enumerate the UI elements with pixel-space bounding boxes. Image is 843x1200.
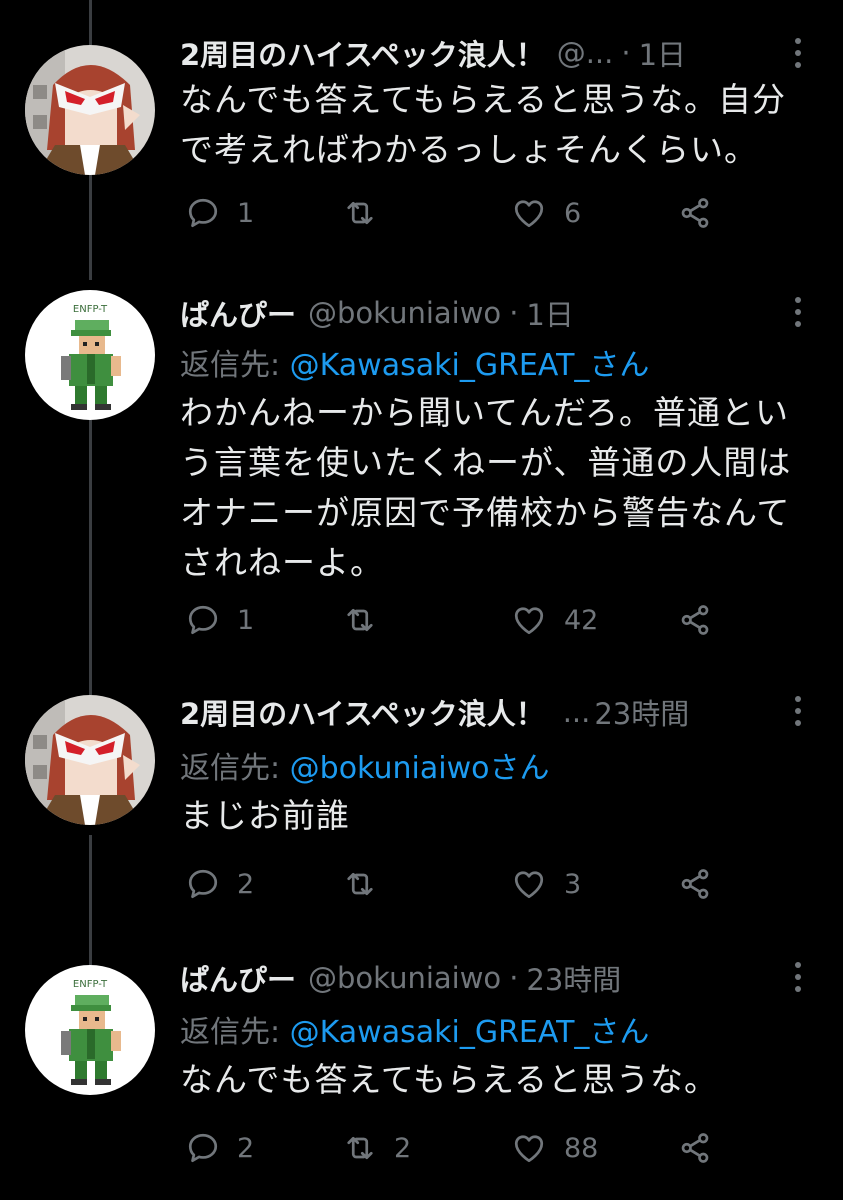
- reply-button[interactable]: 2: [185, 1123, 254, 1173]
- user-handle[interactable]: @bokuniaiwo: [308, 296, 501, 330]
- share-icon: [681, 198, 709, 228]
- tweet-text-line: わかんねーから聞いてんだろ。普通とい: [180, 393, 790, 432]
- tweet-text: まじお前誰: [180, 791, 820, 841]
- like-button[interactable]: 3: [510, 859, 581, 909]
- reply-to: 返信先: @bokuniaiwoさん: [180, 743, 549, 787]
- reply-to-mention[interactable]: @bokuniaiwoさん: [290, 751, 550, 786]
- reply-icon: [188, 869, 218, 899]
- avatar[interactable]: [25, 695, 155, 825]
- reply-to-prefix: 返信先:: [180, 1015, 290, 1050]
- reply-to: 返信先: @Kawasaki_GREAT_さん: [180, 1007, 649, 1051]
- like-count: 88: [564, 1132, 599, 1164]
- like-count: 3: [564, 868, 582, 900]
- reply-icon: [188, 605, 218, 635]
- reply-icon: [188, 1133, 218, 1163]
- tweet-text-line: う言葉を使いたくねーが、普通の人間は: [180, 443, 792, 482]
- reply-count: 1: [237, 197, 255, 229]
- reply-to: 返信先: @Kawasaki_GREAT_さん: [180, 340, 649, 384]
- retweet-button[interactable]: [342, 859, 394, 909]
- retweet-button[interactable]: 2: [342, 1123, 411, 1173]
- tweet-text: なんでも答えてもらえると思うな。自分 で考えればわかるっしょそんくらい。: [180, 75, 820, 175]
- tweet-text-line: されねーよ。: [180, 543, 384, 582]
- user-handle[interactable]: @...: [557, 36, 614, 70]
- tweet[interactable]: 2周目のハイスペック浪人！ ... 23時間 返信先: @bokuniaiwoさ…: [0, 675, 843, 935]
- separator: ·: [621, 36, 631, 70]
- avatar[interactable]: ENFP-T: [25, 965, 155, 1095]
- reply-button[interactable]: 1: [185, 188, 254, 238]
- tweet-text-line: で考えればわかるっしょそんくらい。: [180, 130, 758, 169]
- avatar-label: ENFP-T: [73, 304, 108, 315]
- like-button[interactable]: 88: [510, 1123, 598, 1173]
- tweet-actions: 1 6: [180, 188, 740, 238]
- timestamp[interactable]: 1日: [526, 292, 573, 334]
- tweet-text: わかんねーから聞いてんだろ。普通とい う言葉を使いたくねーが、普通の人間は オナ…: [180, 388, 820, 588]
- more-options-icon[interactable]: [791, 691, 805, 731]
- retweet-icon: [347, 872, 373, 896]
- retweet-icon: [347, 608, 373, 632]
- like-count: 42: [564, 604, 599, 636]
- timestamp[interactable]: 23時間: [526, 957, 621, 999]
- anime-girl-mask-avatar-icon: [25, 45, 155, 175]
- like-button[interactable]: 42: [510, 595, 598, 645]
- display-name[interactable]: 2周目のハイスペック浪人！: [180, 691, 545, 733]
- reply-to-prefix: 返信先:: [180, 348, 290, 383]
- retweet-button[interactable]: [342, 188, 394, 238]
- heart-icon: [514, 871, 544, 899]
- display-name[interactable]: ぱんぴー: [180, 957, 296, 999]
- retweet-icon: [347, 1136, 373, 1160]
- tweet-text-line: なんでも答えてもらえると思うな。: [180, 1060, 719, 1099]
- reply-icon: [188, 198, 218, 228]
- separator: ·: [509, 961, 519, 995]
- timestamp[interactable]: 1日: [639, 32, 686, 74]
- reply-count: 2: [237, 868, 255, 900]
- share-icon: [681, 1133, 709, 1163]
- reply-button[interactable]: 1: [185, 595, 254, 645]
- heart-icon: [514, 1135, 544, 1163]
- tweet[interactable]: ENFP-T ぱんぴー @bokuniaiwo · 1日 返信先: @Kawas…: [0, 270, 843, 670]
- tweet-actions: 2 2 88: [180, 1123, 740, 1173]
- tweet[interactable]: 2周目のハイスペック浪人！ @... · 1日 なんでも答えてもらえると思うな。…: [0, 0, 843, 265]
- share-icon: [681, 605, 709, 635]
- pixel-character-avatar-icon: ENFP-T: [25, 965, 155, 1095]
- user-handle[interactable]: ...: [563, 695, 591, 729]
- share-button[interactable]: [677, 188, 713, 238]
- share-button[interactable]: [677, 859, 713, 909]
- like-count: 6: [564, 197, 582, 229]
- reply-to-mention[interactable]: @Kawasaki_GREAT_さん: [290, 1015, 650, 1050]
- share-button[interactable]: [677, 595, 713, 645]
- reply-count: 2: [237, 1132, 255, 1164]
- tweet-text: なんでも答えてもらえると思うな。: [180, 1055, 820, 1105]
- avatar-label: ENFP-T: [73, 979, 108, 990]
- tweet-text-line: まじお前誰: [180, 796, 350, 835]
- reply-button[interactable]: 2: [185, 859, 254, 909]
- like-button[interactable]: 6: [510, 188, 581, 238]
- reply-to-prefix: 返信先:: [180, 751, 290, 786]
- retweet-button[interactable]: [342, 595, 394, 645]
- separator: ·: [509, 296, 519, 330]
- heart-icon: [514, 200, 544, 228]
- more-options-icon[interactable]: [791, 957, 805, 997]
- tweet-text-line: オナニーが原因で予備校から警告なんて: [180, 493, 791, 532]
- display-name[interactable]: 2周目のハイスペック浪人！: [180, 32, 545, 74]
- avatar[interactable]: [25, 45, 155, 175]
- anime-girl-mask-avatar-icon: [25, 695, 155, 825]
- tweet-actions: 1 42: [180, 595, 740, 645]
- reply-count: 1: [237, 604, 255, 636]
- display-name[interactable]: ぱんぴー: [180, 292, 296, 334]
- tweet[interactable]: ENFP-T ぱんぴー @bokuniaiwo · 23時間 返信先: @Kaw…: [0, 945, 843, 1200]
- tweet-actions: 2 3: [180, 859, 740, 909]
- tweet-text-line: なんでも答えてもらえると思うな。自分: [180, 80, 787, 119]
- more-options-icon[interactable]: [791, 33, 805, 73]
- retweet-icon: [347, 201, 373, 225]
- retweet-count: 2: [394, 1132, 412, 1164]
- reply-to-mention[interactable]: @Kawasaki_GREAT_さん: [290, 348, 650, 383]
- avatar[interactable]: ENFP-T: [25, 290, 155, 420]
- timestamp[interactable]: 23時間: [594, 691, 689, 733]
- pixel-character-avatar-icon: ENFP-T: [25, 290, 155, 420]
- share-button[interactable]: [677, 1123, 713, 1173]
- user-handle[interactable]: @bokuniaiwo: [308, 961, 501, 995]
- heart-icon: [514, 607, 544, 635]
- share-icon: [681, 869, 709, 899]
- more-options-icon[interactable]: [791, 292, 805, 332]
